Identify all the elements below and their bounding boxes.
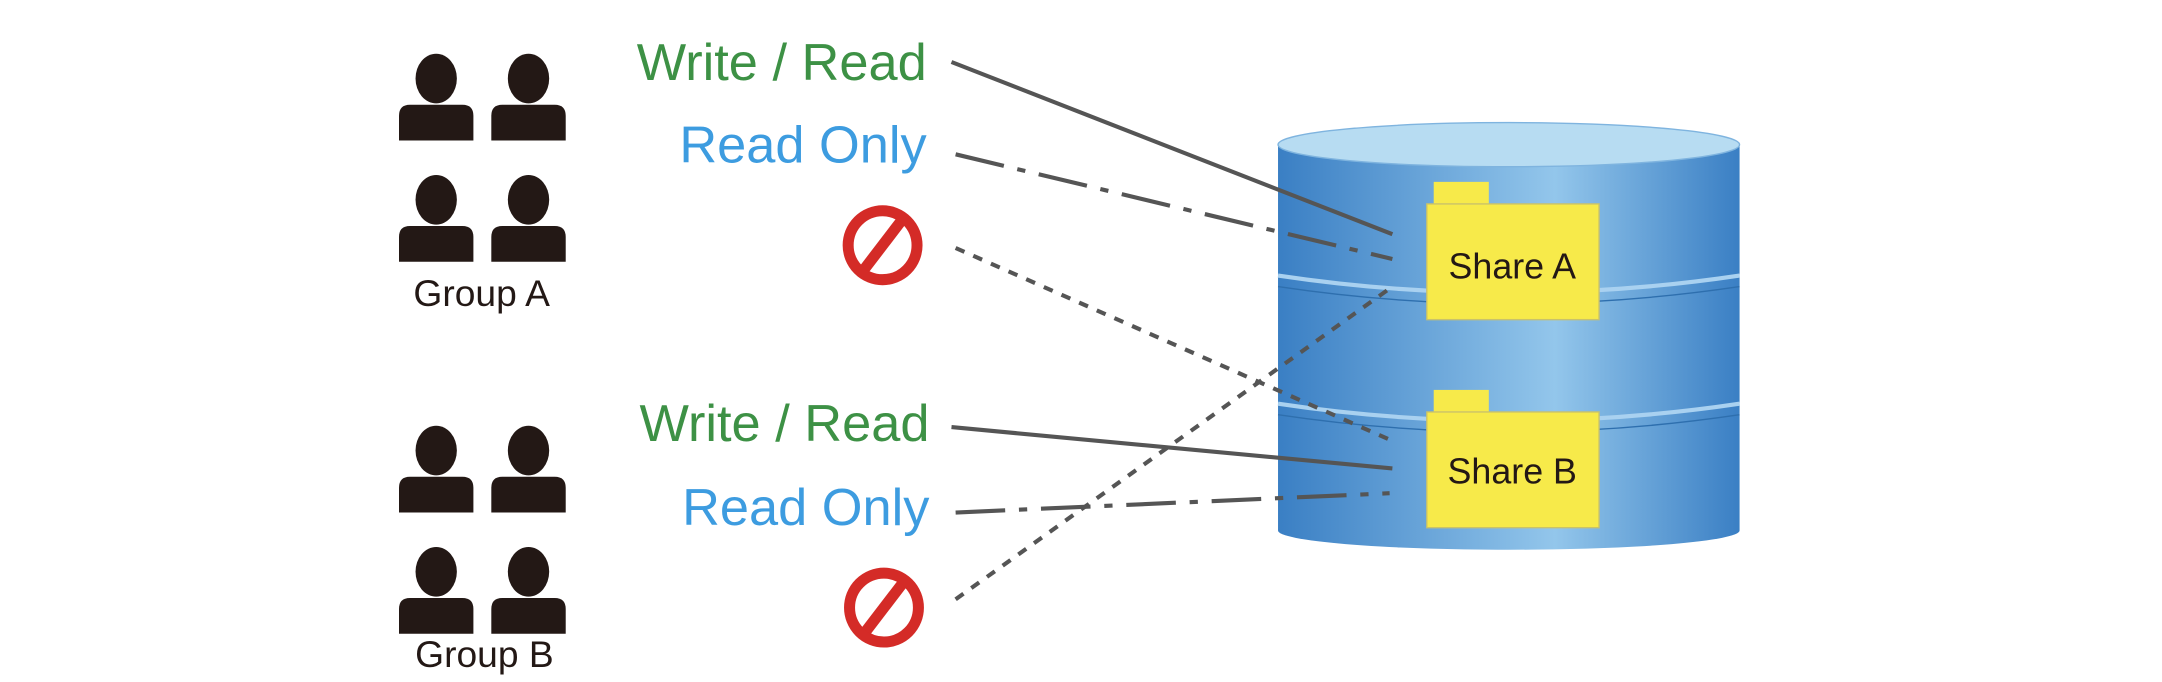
group-a-write-read-label: Write / Read [637, 34, 927, 92]
group-b-label: Group B [415, 633, 553, 675]
prohibited-icon [850, 573, 919, 642]
group-a-label: Group A [413, 272, 550, 314]
group-b-read-only-label: Read Only [682, 479, 930, 537]
prohibited-icon [848, 211, 917, 280]
users-icon [399, 53, 566, 262]
group-b: Group B Write / Read Read Only [399, 395, 930, 675]
group-a: Group A Write / Read Read Only [399, 34, 928, 314]
group-a-read-only-label: Read Only [679, 117, 927, 175]
group-b-write-read-label: Write / Read [640, 395, 930, 453]
users-icon [399, 425, 566, 634]
share-a-label: Share A [1449, 246, 1577, 286]
access-diagram: Share A Share B Group A Write / Read Rea… [399, 34, 1741, 675]
share-b-label: Share B [1448, 452, 1577, 492]
